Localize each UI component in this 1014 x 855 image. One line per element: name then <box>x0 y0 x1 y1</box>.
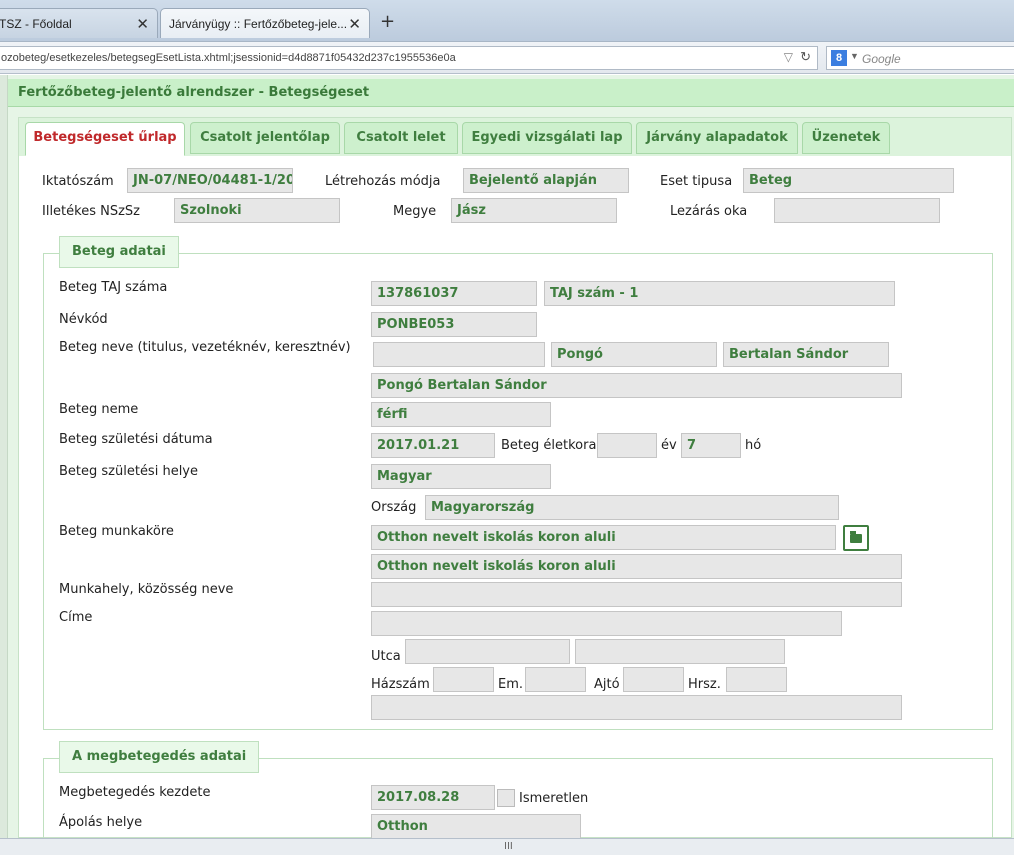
beteg-adatai-legend: Beteg adatai <box>59 236 179 268</box>
hrsz-field <box>726 667 787 692</box>
eletkor-label: Beteg életkora <box>501 438 597 453</box>
eset-tipusa-field: Beteg <box>743 168 954 193</box>
app-title: Fertőzőbeteg-jelentő alrendszer - Betegs… <box>8 79 1014 107</box>
iktatoszam-label: Iktatószám <box>42 174 114 189</box>
megbetegedes-legend: A megbetegedés adatai <box>59 741 260 773</box>
ismeretlen-label: Ismeretlen <box>519 791 589 806</box>
page-content: Fertőzőbeteg-jelentő alrendszer - Betegs… <box>0 75 1014 848</box>
munkakor-desc-field: Otthon nevelt iskolás koron aluli <box>371 554 902 579</box>
ajto-label: Ajtó <box>594 677 620 692</box>
browser-tab-label: Járványügy :: Fertőzőbeteg-jele... <box>169 17 348 31</box>
orszag-field: Magyarország <box>425 495 839 520</box>
apolas-field: Otthon <box>371 814 581 839</box>
nszsz-label: Illetékes NSzSz <box>42 204 140 219</box>
apolas-label: Ápolás helye <box>59 815 143 830</box>
teljes-nev-field: Pongó Bertalan Sándor <box>371 373 902 398</box>
search-placeholder: Google <box>862 52 901 66</box>
nem-label: Beteg neme <box>59 402 139 417</box>
letrehozas-field: Bejelentő alapján <box>463 168 629 193</box>
hazszam-field <box>433 667 494 692</box>
keresztnev-field: Bertalan Sándor <box>723 342 889 367</box>
iktatoszam-field: JN-07/NEO/04481-1/20 <box>127 168 293 193</box>
address-bar[interactable]: ozobeteg/esetkezeles/betegsegEsetLista.x… <box>0 46 818 70</box>
taj-field: 137861037 <box>371 281 537 306</box>
url-text: ozobeteg/esetkezeles/betegsegEsetLista.x… <box>1 52 456 64</box>
browser-tab-fooldal[interactable]: TSZ - Főoldal ✕ <box>0 8 158 38</box>
munkakor-picker-button[interactable] <box>843 525 869 551</box>
search-box[interactable]: 8 ▼ Google <box>826 46 1014 70</box>
munkahely-field <box>371 582 902 607</box>
search-engine-dropdown-icon[interactable]: ▼ <box>850 51 859 61</box>
url-dropdown-icon[interactable]: ▽ <box>784 50 793 64</box>
taj-label: Beteg TAJ száma <box>59 280 168 295</box>
nevkod-label: Névkód <box>59 312 108 327</box>
titulus-field <box>373 342 545 367</box>
megye-field: Jász <box>451 198 617 223</box>
szul-hely-field: Magyar <box>371 464 551 489</box>
folder-open-icon <box>850 531 862 543</box>
tab-betegsegeset-urlap[interactable]: Betegségeset űrlap <box>25 122 185 156</box>
left-strip <box>0 75 8 838</box>
ev-label: év <box>661 438 677 453</box>
hrsz-label: Hrsz. <box>688 677 721 692</box>
hazszam-label: Házszám <box>371 677 430 692</box>
szul-hely-label: Beteg születési helye <box>59 464 198 479</box>
status-bar: III <box>0 838 1014 855</box>
browser-nav-bar: ozobeteg/esetkezeles/betegsegEsetLista.x… <box>0 42 1014 74</box>
form-panel: Betegségeset űrlap Csatolt jelentőlap Cs… <box>18 117 1012 848</box>
kezdete-field: 2017.08.28 <box>371 785 495 810</box>
resize-grip-icon[interactable]: III <box>504 841 513 852</box>
utca-field-2 <box>575 639 785 664</box>
eletkor-ev-field <box>597 433 657 458</box>
utca-field-1 <box>405 639 570 664</box>
eset-tipusa-label: Eset tipusa <box>660 174 733 189</box>
taj-type-field: TAJ szám - 1 <box>544 281 895 306</box>
megye-label: Megye <box>393 204 437 219</box>
close-tab-icon[interactable]: ✕ <box>348 15 361 33</box>
cim-label: Címe <box>59 610 93 625</box>
ho-label: hó <box>745 438 762 453</box>
cim-field <box>371 611 842 636</box>
tab-jarvany-alapadatok[interactable]: Járvány alapadatok <box>636 122 798 154</box>
browser-tab-jarvanyugy[interactable]: Járványügy :: Fertőzőbeteg-jele... ✕ <box>160 8 370 38</box>
ismeretlen-checkbox[interactable] <box>497 789 515 807</box>
tab-csatolt-lelet[interactable]: Csatolt lelet <box>344 122 458 154</box>
munkahely-label: Munkahely, közösség neve <box>59 582 234 597</box>
nszsz-field: Szolnoki <box>174 198 340 223</box>
szul-datum-label: Beteg születési dátuma <box>59 432 213 447</box>
reload-icon[interactable]: ↻ <box>800 49 811 65</box>
ajto-field <box>623 667 684 692</box>
cim-osszesitett-field <box>371 695 902 720</box>
nem-field: férfi <box>371 402 551 427</box>
kezdete-label: Megbetegedés kezdete <box>59 785 211 800</box>
browser-tab-bar: TSZ - Főoldal ✕ Járványügy :: Fertőzőbet… <box>0 0 1014 42</box>
lezaras-label: Lezárás oka <box>670 204 748 219</box>
letrehozas-label: Létrehozás módja <box>325 174 441 189</box>
lezaras-field <box>774 198 940 223</box>
close-tab-icon[interactable]: ✕ <box>136 15 149 33</box>
tab-uzenetek[interactable]: Üzenetek <box>802 122 890 154</box>
tab-csatolt-jelentolap[interactable]: Csatolt jelentőlap <box>190 122 340 154</box>
vezeteknev-field: Pongó <box>551 342 717 367</box>
eletkor-ho-field: 7 <box>681 433 741 458</box>
em-field <box>525 667 586 692</box>
new-tab-button[interactable]: + <box>380 11 395 32</box>
munkakor-label: Beteg munkaköre <box>59 524 174 539</box>
nev-label: Beteg neve (titulus, vezetéknév, kereszt… <box>59 340 351 355</box>
em-label: Em. <box>498 677 524 692</box>
browser-tab-label: TSZ - Főoldal <box>0 17 72 31</box>
tab-egyedi-vizsgalati-lap[interactable]: Egyedi vizsgálati lap <box>462 122 632 154</box>
szul-datum-field: 2017.01.21 <box>371 433 495 458</box>
nevkod-field: PONBE053 <box>371 312 537 337</box>
utca-label: Utca <box>371 649 401 664</box>
orszag-label: Ország <box>371 500 417 515</box>
munkakor-field: Otthon nevelt iskolás koron aluli <box>371 525 836 550</box>
form-tabs: Betegségeset űrlap Csatolt jelentőlap Cs… <box>19 118 1011 156</box>
google-icon[interactable]: 8 <box>831 50 847 66</box>
